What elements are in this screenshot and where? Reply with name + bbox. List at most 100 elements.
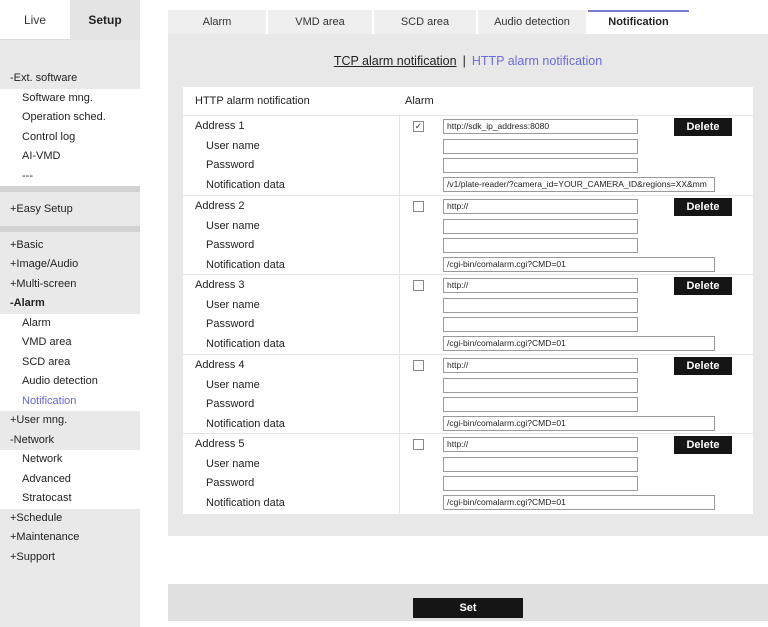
delete-button[interactable]: Delete (674, 118, 732, 136)
sidebar-group-basic[interactable]: +Basic (0, 235, 140, 255)
delete-button[interactable]: Delete (674, 197, 732, 216)
notification-data-input[interactable]: /cgi-bin/comalarm.cgi?CMD=01 (443, 495, 715, 511)
address-row: Address 1 User name Password Notification d… (183, 116, 753, 196)
sidebar-item-placeholder[interactable]: --- (0, 166, 140, 186)
subnav-separator: | (462, 54, 466, 68)
sidebar-item-network[interactable]: Network (0, 450, 140, 470)
mode-tabs: Live Setup (0, 0, 140, 40)
sidebar-item-notification[interactable]: Notification (0, 391, 140, 411)
sidebar-item-alarm[interactable]: Alarm (0, 313, 140, 333)
notification-data-input[interactable]: /cgi-bin/comalarm.cgi?CMD=01 (443, 256, 715, 272)
address-url-input[interactable]: http://sdk_ip_address:8080 (443, 119, 638, 134)
alarm-column-header: Alarm (405, 95, 434, 107)
live-tab[interactable]: Live (0, 0, 70, 40)
sidebar-item-ai-vmd[interactable]: AI-VMD (0, 147, 140, 167)
address-label: Address 5 (195, 438, 245, 451)
user-name-label: User name (206, 299, 260, 312)
set-button[interactable]: Set (413, 598, 523, 618)
password-input[interactable] (443, 237, 638, 253)
alarm-checkbox[interactable] (413, 280, 424, 292)
sidebar-group-network[interactable]: -Network (0, 430, 140, 450)
sidebar-spacer (0, 567, 140, 627)
notification-panel: TCP alarm notification | HTTP alarm notifi… (168, 34, 768, 536)
address-list: Address 1 User name Password Notification d… (183, 116, 753, 514)
sidebar-item-audio-detection[interactable]: Audio detection (0, 372, 140, 392)
footer-bar: Set (168, 584, 768, 621)
notification-data-label: Notification data (206, 179, 285, 191)
notification-subnav: TCP alarm notification | HTTP alarm notifi… (168, 54, 768, 68)
address-row: Address 3 User name Password Notification d… (183, 275, 753, 355)
user-name-input[interactable] (443, 377, 638, 393)
tab-vmd-area[interactable]: VMD area (268, 10, 372, 34)
sidebar-item-stratocast[interactable]: Stratocast (0, 489, 140, 509)
address-url-input[interactable]: http:// (443, 437, 638, 453)
delete-button[interactable]: Delete (674, 356, 732, 375)
user-name-label: User name (206, 458, 260, 471)
user-name-input[interactable] (443, 139, 638, 154)
alarm-checkbox[interactable] (413, 359, 424, 371)
password-input[interactable] (443, 158, 638, 173)
notification-data-input[interactable]: /cgi-bin/comalarm.cgi?CMD=01 (443, 336, 715, 352)
http-alarm-form: HTTP alarm notification Alarm Address 1 U… (183, 87, 753, 514)
sidebar-spacer (0, 40, 140, 69)
address-url-input[interactable]: http:// (443, 278, 638, 294)
section-tabs: Alarm VMD area SCD area Audio detection … (168, 10, 691, 34)
sidebar-group-maintenance[interactable]: +Maintenance (0, 528, 140, 548)
password-label: Password (206, 318, 255, 331)
form-title: HTTP alarm notification (195, 95, 310, 107)
sidebar-item-software-mng[interactable]: Software mng. (0, 88, 140, 108)
sidebar-group-user-mng[interactable]: +User mng. (0, 411, 140, 431)
notification-data-label: Notification data (206, 417, 285, 430)
alarm-checkbox[interactable] (413, 439, 424, 451)
password-input[interactable] (443, 396, 638, 412)
sidebar-group-support[interactable]: +Support (0, 547, 140, 567)
user-name-input[interactable] (443, 218, 638, 234)
sidebar-spacer (0, 192, 140, 200)
alarm-checkbox[interactable] (413, 200, 424, 212)
address-row: Address 4 User name Password Notification d… (183, 355, 753, 435)
sidebar-group-schedule[interactable]: +Schedule (0, 508, 140, 528)
notification-data-input[interactable]: /v1/plate-reader/?camera_id=YOUR_CAMERA_… (443, 177, 715, 192)
sidebar-item-easy-setup[interactable]: +Easy Setup (0, 200, 140, 220)
user-name-input[interactable] (443, 457, 638, 473)
password-input[interactable] (443, 317, 638, 333)
address-url-input[interactable]: http:// (443, 198, 638, 214)
address-row: Address 2 User name Password Notification d… (183, 196, 753, 276)
check-icon: ✓ (414, 121, 423, 131)
user-name-input[interactable] (443, 298, 638, 314)
user-name-label: User name (206, 140, 260, 152)
tab-audio-detection[interactable]: Audio detection (478, 10, 586, 34)
user-name-label: User name (206, 219, 260, 232)
password-input[interactable] (443, 476, 638, 492)
sidebar-item-control-log[interactable]: Control log (0, 127, 140, 147)
delete-button[interactable]: Delete (674, 277, 732, 296)
sidebar: Live Setup -Ext. software Software mng. … (0, 0, 140, 627)
sidebar-item-advanced[interactable]: Advanced (0, 469, 140, 489)
tab-alarm[interactable]: Alarm (168, 10, 266, 34)
address-url-input[interactable]: http:// (443, 357, 638, 373)
main-area: Alarm VMD area SCD area Audio detection … (140, 0, 768, 621)
address-label: Address 3 (195, 279, 245, 292)
sidebar-item-scd-area[interactable]: SCD area (0, 352, 140, 372)
notification-data-label: Notification data (206, 258, 285, 271)
http-alarm-notification-link[interactable]: HTTP alarm notification (472, 54, 602, 68)
password-label: Password (206, 477, 255, 490)
alarm-checkbox[interactable]: ✓ (413, 121, 424, 132)
address-label: Address 2 (195, 199, 245, 212)
sidebar-group-multi-screen[interactable]: +Multi-screen (0, 274, 140, 294)
tab-scd-area[interactable]: SCD area (374, 10, 476, 34)
password-label: Password (206, 397, 255, 410)
password-label: Password (206, 159, 255, 171)
tab-notification[interactable]: Notification (588, 10, 689, 34)
form-header: HTTP alarm notification Alarm (183, 87, 753, 116)
user-name-label: User name (206, 378, 260, 391)
notification-data-input[interactable]: /cgi-bin/comalarm.cgi?CMD=01 (443, 415, 715, 431)
sidebar-item-operation-sched[interactable]: Operation sched. (0, 108, 140, 128)
sidebar-group-alarm[interactable]: -Alarm (0, 294, 140, 314)
sidebar-group-image-audio[interactable]: +Image/Audio (0, 255, 140, 275)
tcp-alarm-notification-link[interactable]: TCP alarm notification (334, 54, 457, 68)
sidebar-item-vmd-area[interactable]: VMD area (0, 333, 140, 353)
sidebar-group-ext-software[interactable]: -Ext. software (0, 69, 140, 89)
setup-tab[interactable]: Setup (70, 0, 140, 40)
delete-button[interactable]: Delete (674, 436, 732, 455)
